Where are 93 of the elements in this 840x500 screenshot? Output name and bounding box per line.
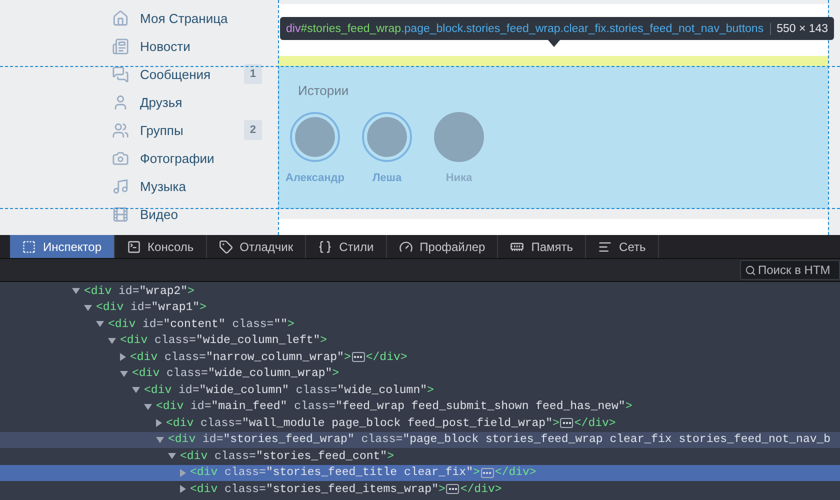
closing-tag: </div> [574,416,616,430]
markup-line: <div id="wide_column" class="wide_column"> [144,384,434,397]
markup-line: <div id="main_feed" class="feed_wrap feed_submit_shown feed_has_new"> [156,400,632,414]
markup-line: <div class="wall_module page_block feed_post_field_wrap"> [166,416,560,430]
tree-row[interactable]: <div id="stories_feed_wrap" class="page_block stories_feed_wrap clear_fix stories_feed_not_nav_b [0,432,840,448]
tree-row[interactable]: <div id="wide_column" class="wide_column"> [0,382,840,398]
search-icon [745,265,756,276]
markup-line: <div id="wrap1"> [96,301,206,314]
story-name: Леша [372,172,402,184]
ellipsis-icon[interactable] [446,484,460,494]
devtools-tab[interactable]: Консоль [114,235,207,258]
sidebar-label: Музыка [140,178,187,194]
markup-line: <div class="wide_column_wrap"> [132,367,340,380]
photo-placeholder [434,112,484,162]
expanded-triangle-icon[interactable] [156,436,164,443]
markup-line: <div class="stories_feed_items_wrap"> [190,482,446,496]
music-note-icon [112,178,129,194]
ellipsis-icon[interactable] [560,418,574,428]
expanded-triangle-icon[interactable] [168,453,176,460]
sidebar-item[interactable]: Группы 2 [112,116,262,144]
sidebar-item[interactable]: Видео [112,200,262,228]
tree-row[interactable]: <div class="stories_feed_title clear_fix"> </div> [0,464,840,481]
tree-row[interactable]: <div class="wide_column_wrap"> [0,366,840,382]
sidebar-item[interactable]: Музыка [112,172,262,200]
console-icon [126,240,141,254]
story-name: Александр [286,172,344,184]
ellipsis-icon[interactable] [480,468,494,478]
tree-row[interactable]: <div class="stories_feed_cont"> [0,448,840,464]
collapsed-triangle-icon[interactable] [180,485,186,494]
markup-line: <div id="content" class=""> [108,318,294,331]
sidebar-item[interactable]: Фотографии [112,144,262,172]
tree-row[interactable]: <div class="narrow_column_wrap"> </div> [0,349,840,366]
newspaper-icon [112,38,129,54]
devtools-tab[interactable]: Память [498,235,586,258]
expanded-triangle-icon[interactable] [144,404,152,410]
search-field[interactable]: Поиск в HTM [740,260,840,280]
markup-line: <div class="stories_feed_cont"> [180,450,394,463]
closing-tag: </div> [494,466,536,480]
sidebar-item[interactable]: Друзья [112,88,262,116]
markup-line: <div class="wide_column_left"> [120,334,328,348]
camera-icon [112,150,129,166]
markup-line: <div id="stories_feed_wrap" class="page_block stories_feed_wrap clear_fix stories_feed_not_nav_b [168,433,831,446]
lines-icon [598,240,612,254]
sidebar-label: Моя Страница [140,10,229,26]
devtools-tab[interactable]: Отладчик [206,235,306,258]
devtools-tab[interactable]: Стили [306,235,387,258]
sidebar-item[interactable]: Сообщения 1 [112,60,262,88]
selector-text: div#stories_feed_wrap.page_block.stories_feed_wrap.clear_fix.stories_feed_not_nav_buttons [286,22,764,34]
unread-counter: 1 [244,64,262,84]
sidebar-label: Новости [140,38,192,54]
expanded-triangle-icon[interactable] [72,288,80,294]
sidebar-item[interactable]: Новости [112,32,262,60]
unread-counter: 2 [244,120,262,140]
braces-icon [318,240,332,254]
markup-line: <div class="stories_feed_title clear_fix"> [190,466,480,480]
expanded-triangle-icon[interactable] [96,321,104,328]
devtools-tab[interactable]: Профайлер [386,235,498,258]
stories-title: Истории [298,83,350,98]
users-icon [112,122,129,138]
ellipsis-icon[interactable] [352,352,365,362]
chat-icon [112,66,129,82]
markup-line: <div id="wrap2"> [84,284,194,298]
closing-tag: </div> [460,482,502,496]
sidebar-label: Друзья [140,94,184,110]
expanded-triangle-icon[interactable] [132,387,140,394]
expanded-triangle-icon[interactable] [84,304,92,311]
markup-line: <div class="narrow_column_wrap"> [130,350,351,364]
size-text: 550 × 143 [770,22,828,34]
tree-row[interactable]: <div id="wrap2"> [0,283,840,300]
expanded-triangle-icon[interactable] [120,370,128,377]
sidebar-label: Фотографии [140,150,216,166]
tree-row[interactable]: <div class="stories_feed_items_wrap"> </div> [0,481,840,498]
sidebar-label: Группы [140,122,184,138]
gauge-icon [398,240,413,254]
devtools-tab[interactable]: Сеть [586,235,659,258]
film-icon [112,206,129,222]
closing-tag: </div> [366,350,408,364]
inspector-icon [22,240,36,254]
photo-placeholder [295,117,335,157]
tree-row[interactable]: <div class="wide_column_left"> [0,332,840,349]
tree-row[interactable]: <div id="wrap1"> [0,300,840,316]
sidebar-label: Сообщения [140,66,212,82]
expanded-triangle-icon[interactable] [108,338,116,344]
collapsed-triangle-icon[interactable] [120,353,126,362]
sidebar-label: Видео [140,206,179,222]
tag-icon [218,240,233,254]
devtools-tab[interactable]: Инспектор [10,235,115,258]
user-icon [112,94,129,110]
sidebar-item[interactable]: Моя Страница [112,4,262,32]
tree-row[interactable]: <div id="main_feed" class="feed_wrap feed_submit_shown feed_has_new"> [0,398,840,415]
photo-placeholder [367,117,407,157]
tree-row[interactable]: <div id="content" class=""> [0,316,840,332]
home-icon [112,10,129,26]
